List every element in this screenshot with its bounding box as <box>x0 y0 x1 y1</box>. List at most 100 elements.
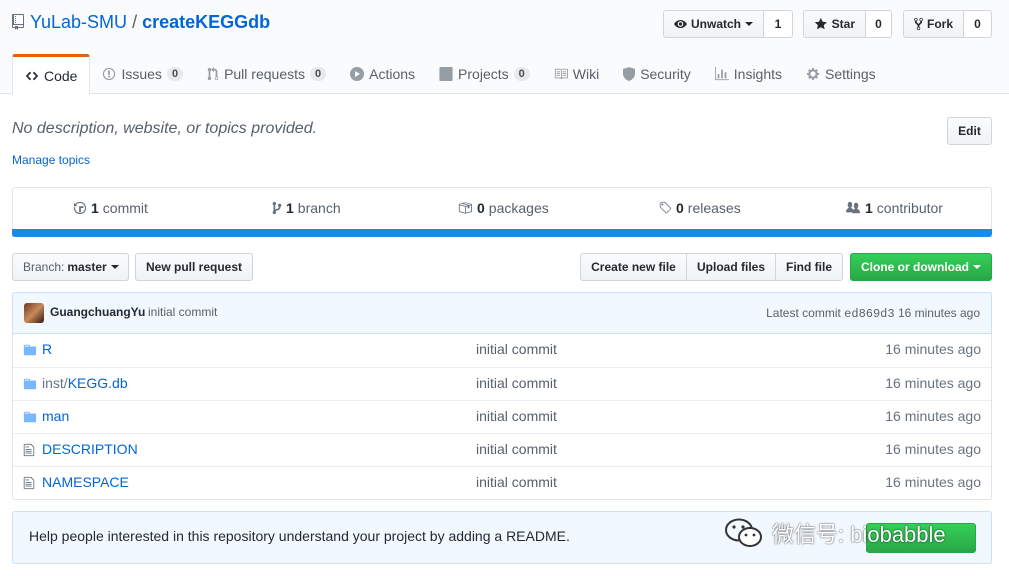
contributors-stat[interactable]: 1 contributor <box>845 200 943 216</box>
tab-insights[interactable]: Insights <box>703 54 794 94</box>
clone-label: Clone or download <box>861 260 969 274</box>
code-icon <box>25 71 39 81</box>
tab-label: Pull requests <box>224 66 305 82</box>
releases-label: releases <box>687 200 741 216</box>
graph-icon <box>714 67 729 81</box>
star-group: Star 0 <box>803 10 892 38</box>
tag-icon <box>659 201 672 214</box>
repo-nav: Code Issues 0 Pull requests 0 Actions Proj… <box>12 54 888 95</box>
packages-count: 0 <box>477 200 485 216</box>
file-commit-message[interactable]: initial commit <box>476 474 557 490</box>
repo-header: YuLab-SMU / createKEGGdb Unwatch 1 Star … <box>0 0 1009 95</box>
watch-group: Unwatch 1 <box>663 10 793 38</box>
file-icon <box>23 476 35 490</box>
file-commit-message[interactable]: initial commit <box>476 375 557 391</box>
watermark-text: 微信号: biobabble <box>772 522 946 547</box>
contributors-label: contributor <box>876 200 943 216</box>
repo-description: No description, website, or topics provi… <box>12 120 318 137</box>
watermark: 微信号: biobabble <box>724 517 946 549</box>
tab-label: Code <box>44 68 78 84</box>
file-name: NAMESPACE <box>42 474 129 490</box>
file-commit-message[interactable]: initial commit <box>476 441 557 457</box>
file-age: 16 minutes ago <box>885 441 981 457</box>
tab-projects[interactable]: Projects 0 <box>427 54 542 94</box>
tab-label: Wiki <box>572 66 600 82</box>
file-age: 16 minutes ago <box>885 341 981 357</box>
table-row: R initial commit 16 minutes ago <box>13 334 991 367</box>
star-button[interactable]: Star <box>803 10 866 38</box>
file-name-link[interactable]: inst/KEGG.db <box>42 375 128 391</box>
repo-owner-link[interactable]: YuLab-SMU <box>30 12 127 33</box>
branches-label: branch <box>297 200 341 216</box>
pull-requests-counter: 0 <box>310 67 327 81</box>
tab-label: Settings <box>825 66 876 82</box>
commit-message-link[interactable]: initial commit <box>148 305 217 319</box>
stars-count[interactable]: 0 <box>866 10 892 38</box>
file-name-link[interactable]: DESCRIPTION <box>42 441 138 457</box>
tab-issues[interactable]: Issues 0 <box>90 54 195 94</box>
forks-count[interactable]: 0 <box>964 10 992 38</box>
repo-title: YuLab-SMU / createKEGGdb <box>12 10 270 34</box>
play-icon <box>350 67 365 81</box>
edit-button[interactable]: Edit <box>947 117 992 145</box>
tab-pull-requests[interactable]: Pull requests 0 <box>195 54 338 94</box>
releases-stat[interactable]: 0 releases <box>658 200 741 216</box>
commits-stat[interactable]: 1 commit <box>73 200 148 216</box>
watchers-count[interactable]: 1 <box>764 10 793 38</box>
tab-code[interactable]: Code <box>12 54 91 95</box>
commit-tease: GuangchuangYu initial commit Latest comm… <box>12 292 992 334</box>
fork-button[interactable]: Fork <box>903 10 964 38</box>
latest-commit-prefix: Latest commit <box>766 306 841 320</box>
language-bar[interactable] <box>12 229 992 237</box>
file-name: KEGG.db <box>67 375 128 391</box>
file-navigation: Create new file Upload files Find file <box>580 253 843 281</box>
unwatch-button[interactable]: Unwatch <box>663 10 764 38</box>
wechat-icon <box>725 518 762 547</box>
commit-sha-link[interactable]: ed869d3 <box>844 307 894 321</box>
fork-icon <box>914 17 923 31</box>
manage-topics-link[interactable]: Manage topics <box>12 153 90 167</box>
file-age: 16 minutes ago <box>885 474 981 490</box>
tab-settings[interactable]: Settings <box>794 54 888 94</box>
branches-count: 1 <box>286 200 294 216</box>
tab-security[interactable]: Security <box>611 54 703 94</box>
file-commit-message[interactable]: initial commit <box>476 341 557 357</box>
readme-prompt-text: Help people interested in this repositor… <box>29 528 570 544</box>
project-icon <box>439 67 453 81</box>
file-name-link[interactable]: man <box>42 408 69 424</box>
packages-stat[interactable]: 0 packages <box>457 200 549 216</box>
file-name-link[interactable]: R <box>42 341 52 357</box>
commit-author-link[interactable]: GuangchuangYu <box>50 305 145 319</box>
clone-or-download-button[interactable]: Clone or download <box>850 253 992 281</box>
repo-icon <box>12 14 24 30</box>
tab-actions[interactable]: Actions <box>338 54 427 94</box>
tab-label: Actions <box>369 66 416 82</box>
file-name: man <box>42 408 70 424</box>
shield-icon <box>623 67 636 81</box>
issues-counter: 0 <box>166 67 184 81</box>
branch-select[interactable]: Branch: master <box>12 253 129 281</box>
create-new-file-button[interactable]: Create new file <box>580 253 687 281</box>
tab-label: Projects <box>458 66 509 82</box>
avatar[interactable] <box>24 303 44 323</box>
branches-stat[interactable]: 1 branch <box>272 200 341 216</box>
latest-commit-age: 16 minutes ago <box>897 306 980 320</box>
new-pull-request-button[interactable]: New pull request <box>135 253 253 281</box>
file-commit-message[interactable]: initial commit <box>476 408 557 424</box>
unwatch-label: Unwatch <box>690 17 741 31</box>
file-name: DESCRIPTION <box>42 441 138 457</box>
file-name: R <box>42 341 53 357</box>
tab-wiki[interactable]: Wiki <box>542 54 611 94</box>
branch-icon <box>272 201 282 215</box>
people-icon <box>846 201 860 214</box>
packages-label: packages <box>488 200 549 216</box>
upload-files-button[interactable]: Upload files <box>686 253 776 281</box>
releases-count: 0 <box>676 200 684 216</box>
latest-commit: Latest commit ed869d3 16 minutes ago <box>766 306 980 321</box>
contributors-count: 1 <box>865 200 873 216</box>
commits-count: 1 <box>91 200 99 216</box>
find-file-button[interactable]: Find file <box>775 253 843 281</box>
repo-name-link[interactable]: createKEGGdb <box>142 12 270 33</box>
file-name-link[interactable]: NAMESPACE <box>42 474 129 490</box>
fork-label: Fork <box>926 17 953 31</box>
